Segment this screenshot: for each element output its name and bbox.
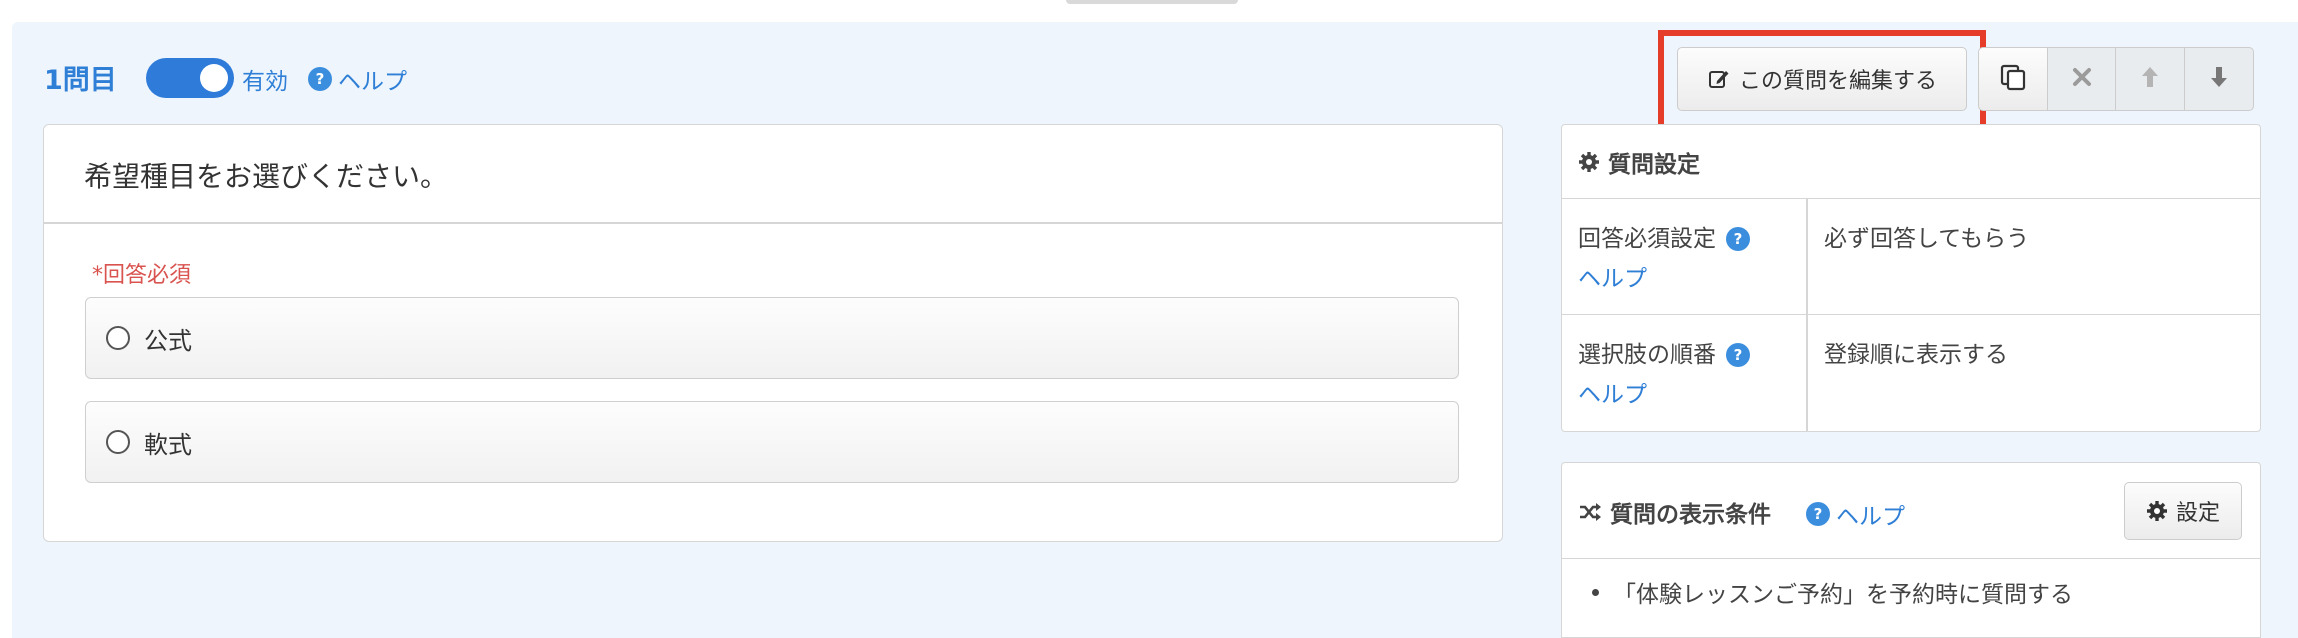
edit-question-label: この質問を編集する	[1738, 69, 1937, 94]
row-label-text: 回答必須設定	[1578, 226, 1716, 252]
shuffle-icon	[1578, 501, 1602, 523]
display-condition-header: 質問の表示条件 ? ヘルプ 設定	[1562, 463, 2260, 559]
question-circle-icon[interactable]: ?	[1726, 343, 1750, 367]
help-link-label: ヘルプ	[1836, 504, 1905, 530]
question-settings-panel: 質問設定 回答必須設定 ? ヘルプ 必ず回答してもらう 選択肢の順番 ? ヘルプ…	[1561, 124, 2261, 432]
question-circle-icon: ?	[308, 67, 332, 91]
move-up-button[interactable]	[2115, 47, 2185, 111]
settings-row-order: 選択肢の順番 ? ヘルプ 登録順に表示する	[1562, 315, 2260, 431]
row-label: 選択肢の順番 ? ヘルプ	[1578, 335, 1798, 415]
radio-button[interactable]	[106, 430, 130, 454]
move-down-button[interactable]	[2183, 47, 2254, 111]
radio-button[interactable]	[106, 326, 130, 350]
row-value: 登録順に表示する	[1824, 342, 2008, 368]
question-tool-group	[1978, 47, 2254, 111]
choice-label: 公式	[144, 326, 192, 355]
required-label: *回答必須	[92, 263, 192, 288]
copy-icon	[1998, 62, 2028, 96]
divider	[44, 222, 1502, 224]
choice-label: 軟式	[144, 430, 192, 459]
choice-option[interactable]: 公式	[85, 297, 1459, 379]
gear-icon	[2146, 500, 2168, 522]
arrow-down-icon	[2208, 64, 2230, 94]
display-condition-title: 質問の表示条件	[1578, 495, 1771, 529]
bullet	[1592, 588, 1599, 596]
arrow-up-icon	[2139, 64, 2161, 94]
question-circle-icon: ?	[1806, 502, 1830, 526]
help-link[interactable]: ヘルプ	[1578, 259, 1798, 299]
condition-text: 「体験レッスンご予約」を予約時に質問する	[1613, 582, 2073, 608]
close-icon	[2070, 65, 2094, 93]
previous-element-edge	[1066, 0, 1238, 4]
row-label: 回答必須設定 ? ヘルプ	[1578, 219, 1798, 299]
column-divider	[1806, 315, 1808, 431]
settings-heading: 質問設定	[1562, 125, 2260, 199]
settings-heading-label: 質問設定	[1608, 151, 1700, 178]
edit-icon	[1707, 67, 1731, 91]
row-value: 必ず回答してもらう	[1824, 226, 2030, 252]
edit-question-button[interactable]: この質問を編集する	[1677, 47, 1967, 111]
toggle-knob	[200, 64, 228, 92]
display-condition-panel: 質問の表示条件 ? ヘルプ 設定 「体験レッスンご予約」を予約時に質問する	[1561, 462, 2261, 638]
column-divider	[1806, 199, 1808, 314]
help-link[interactable]: ? ヘルプ	[1806, 497, 1905, 531]
display-condition-heading: 質問の表示条件	[1610, 502, 1771, 528]
condition-settings-button[interactable]: 設定	[2124, 482, 2242, 540]
enabled-toggle[interactable]	[146, 58, 234, 98]
gear-icon	[1578, 151, 1600, 173]
question-title: 希望種目をお選びください。	[84, 160, 449, 193]
help-link[interactable]: ヘルプ	[1578, 375, 1798, 415]
help-link-label: ヘルプ	[338, 69, 407, 95]
choice-option[interactable]: 軟式	[85, 401, 1459, 483]
question-card: 希望種目をお選びください。 *回答必須 公式 軟式	[43, 124, 1503, 542]
toggle-status-label: 有効	[242, 69, 288, 95]
condition-settings-label: 設定	[2175, 501, 2220, 526]
help-link[interactable]: ? ヘルプ	[308, 62, 407, 96]
list-item: 「体験レッスンご予約」を予約時に質問する	[1592, 575, 2073, 609]
settings-row-required: 回答必須設定 ? ヘルプ 必ず回答してもらう	[1562, 199, 2260, 315]
question-number: 1問目	[44, 65, 117, 96]
delete-button[interactable]	[2046, 47, 2117, 111]
question-circle-icon[interactable]: ?	[1726, 227, 1750, 251]
row-label-text: 選択肢の順番	[1578, 342, 1716, 368]
copy-button[interactable]	[1978, 47, 2048, 111]
